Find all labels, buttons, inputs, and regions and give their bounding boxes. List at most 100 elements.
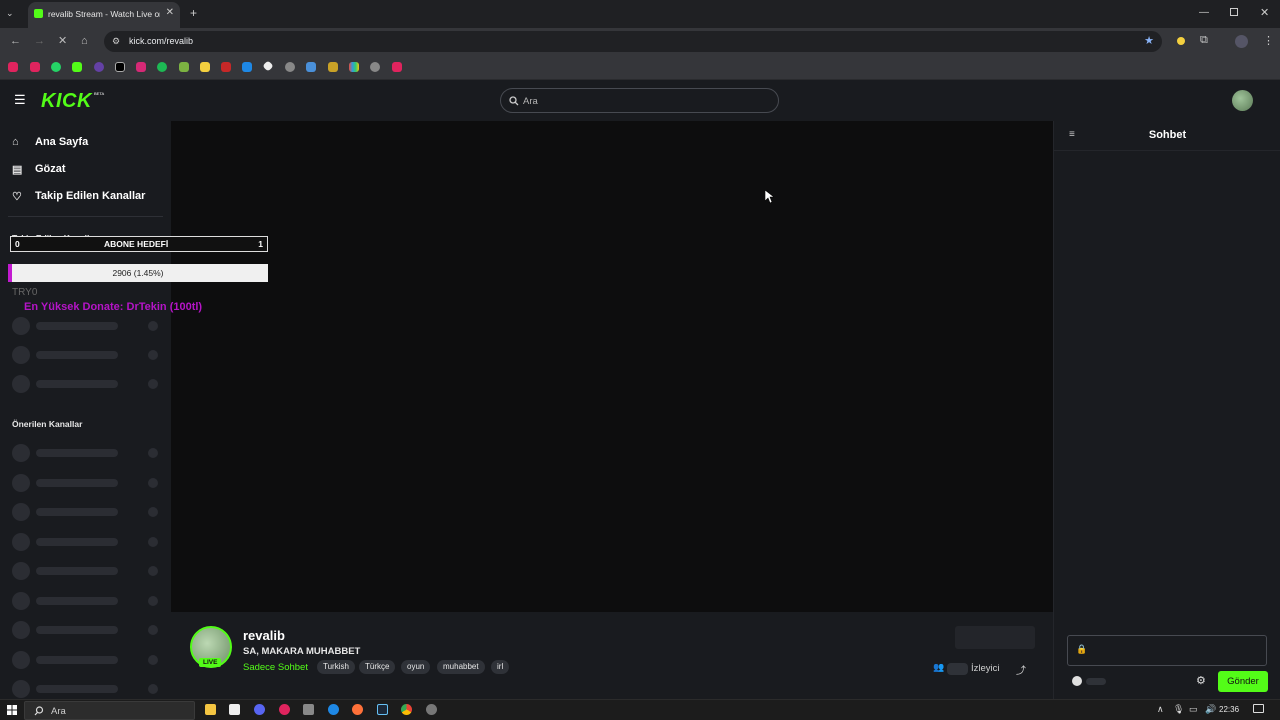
twitch-icon[interactable] bbox=[94, 62, 104, 72]
app-icon[interactable] bbox=[285, 62, 295, 72]
stream-tag[interactable]: Türkçe bbox=[359, 660, 396, 674]
nav-label: Ana Sayfa bbox=[35, 136, 89, 148]
chrome-icon[interactable] bbox=[401, 704, 412, 715]
home-button-icon[interactable]: ⌂ bbox=[81, 35, 88, 47]
follow-button[interactable] bbox=[955, 626, 1035, 649]
youtube-icon[interactable] bbox=[30, 62, 40, 72]
search-input[interactable]: Ara bbox=[500, 88, 779, 113]
site-info-icon[interactable]: ⚙ bbox=[112, 36, 120, 47]
app-icon[interactable] bbox=[179, 62, 189, 72]
restore-button[interactable] bbox=[1230, 8, 1238, 16]
app-icon[interactable] bbox=[370, 62, 380, 72]
youtube-icon[interactable] bbox=[8, 62, 18, 72]
stream-tag[interactable]: irl bbox=[491, 660, 510, 674]
progress-text: 2906 (1.45%) bbox=[112, 268, 164, 278]
viewers-label: İzleyici bbox=[971, 663, 1000, 674]
goal-end-value: 1 bbox=[258, 239, 263, 249]
close-tab-icon[interactable]: ✕ bbox=[166, 7, 174, 18]
firefox-icon[interactable] bbox=[352, 704, 363, 715]
recommended-channels-title: Önerilen Kanallar bbox=[12, 419, 83, 429]
channel-placeholder bbox=[12, 375, 159, 393]
youtube-icon[interactable] bbox=[392, 62, 402, 72]
calendar-icon[interactable] bbox=[229, 704, 240, 715]
hamburger-menu-icon[interactable]: ☰ bbox=[14, 93, 26, 106]
home-icon: ⌂ bbox=[12, 136, 19, 148]
whatsapp-icon[interactable] bbox=[51, 62, 61, 72]
chat-input[interactable]: 🔒 bbox=[1067, 635, 1267, 666]
nav-label: Gözat bbox=[35, 163, 66, 175]
channel-name[interactable]: revalib bbox=[243, 628, 285, 643]
discord-icon[interactable] bbox=[254, 704, 265, 715]
volume-icon[interactable]: 🔊 bbox=[1205, 704, 1216, 715]
chat-tool-placeholder bbox=[1086, 678, 1106, 685]
channel-info: LIVE revalib SA, MAKARA MUHABBET Sadece … bbox=[171, 612, 1053, 699]
site-header: ☰ KICK BETA Ara bbox=[0, 80, 1280, 121]
close-window-button[interactable]: ✕ bbox=[1260, 6, 1269, 19]
app-icon[interactable] bbox=[303, 704, 314, 715]
app-icon[interactable] bbox=[328, 62, 338, 72]
bookmark-star-icon[interactable]: ★ bbox=[1144, 34, 1154, 47]
forward-icon[interactable]: → bbox=[34, 35, 45, 47]
app-icon[interactable] bbox=[349, 62, 359, 72]
browser-tab[interactable]: revalib Stream - Watch Live on Kick ✕ bbox=[28, 2, 180, 28]
settings-gear-icon[interactable]: ⚙ bbox=[1196, 674, 1206, 687]
instagram-icon[interactable] bbox=[136, 62, 146, 72]
search-placeholder: Ara bbox=[523, 96, 538, 107]
channel-placeholder bbox=[12, 346, 159, 364]
app-icon[interactable] bbox=[328, 704, 339, 715]
app-icon[interactable] bbox=[200, 62, 210, 72]
browser-tab-bar: ⌄ revalib Stream - Watch Live on Kick ✕ … bbox=[0, 0, 1280, 28]
app-icon[interactable] bbox=[242, 62, 252, 72]
channel-placeholder bbox=[12, 533, 159, 551]
lock-icon: 🔒 bbox=[1076, 644, 1088, 654]
kick-icon[interactable] bbox=[72, 62, 82, 72]
new-tab-button[interactable]: + bbox=[190, 6, 197, 20]
taskbar-clock[interactable]: 22:36 bbox=[1219, 705, 1239, 714]
stream-title: SA, MAKARA MUHABBET bbox=[243, 646, 361, 657]
minimize-button[interactable]: — bbox=[1199, 7, 1209, 18]
channel-placeholder bbox=[12, 592, 159, 610]
goal-start-value: 0 bbox=[15, 239, 20, 249]
steam-icon[interactable] bbox=[377, 704, 388, 715]
stream-tag[interactable]: oyun bbox=[401, 660, 431, 674]
extension-icon[interactable] bbox=[1177, 37, 1185, 45]
viewers-icon: 👥 bbox=[933, 662, 945, 672]
stream-tag[interactable]: muhabbet bbox=[437, 660, 485, 674]
microphone-icon[interactable]: 🎙 bbox=[1173, 704, 1184, 715]
nav-label: Takip Edilen Kanallar bbox=[35, 190, 146, 202]
app-icon[interactable] bbox=[306, 62, 316, 72]
send-button[interactable]: Gönder bbox=[1218, 671, 1268, 692]
video-player[interactable] bbox=[171, 121, 1053, 612]
channel-placeholder bbox=[12, 651, 159, 669]
stream-tag[interactable]: Turkish bbox=[317, 660, 355, 674]
kick-logo[interactable]: KICK bbox=[41, 90, 92, 113]
app-icon[interactable] bbox=[221, 62, 231, 72]
app-icon[interactable] bbox=[279, 704, 290, 715]
taskbar-search[interactable]: Ara bbox=[24, 701, 195, 720]
extensions-puzzle-icon[interactable]: ⧉ bbox=[1200, 34, 1208, 47]
notifications-icon[interactable] bbox=[1253, 704, 1264, 713]
browser-menu-icon[interactable]: ⋮ bbox=[1263, 34, 1274, 47]
tray-chevron-icon[interactable]: ∧ bbox=[1157, 704, 1164, 715]
heart-icon: ♡ bbox=[12, 191, 22, 203]
address-bar[interactable]: ⚙ kick.com/revalib ★ bbox=[104, 31, 1162, 52]
back-icon[interactable]: ← bbox=[10, 35, 21, 47]
windows-start-icon[interactable] bbox=[7, 705, 17, 715]
user-avatar[interactable] bbox=[1232, 90, 1253, 111]
goal-title: ABONE HEDEFİ bbox=[104, 239, 169, 249]
file-explorer-icon[interactable] bbox=[205, 704, 216, 715]
network-icon[interactable]: ▭ bbox=[1189, 704, 1198, 715]
search-icon bbox=[34, 706, 44, 716]
app-icon[interactable] bbox=[426, 704, 437, 715]
subscription-goal-box: 0 ABONE HEDEFİ 1 bbox=[10, 236, 268, 252]
share-icon[interactable]: ⤴ bbox=[1016, 662, 1026, 677]
emote-icon[interactable] bbox=[1072, 676, 1082, 686]
profile-icon[interactable] bbox=[1235, 35, 1248, 48]
tab-list-button[interactable]: ⌄ bbox=[6, 8, 14, 19]
app-icon[interactable] bbox=[157, 62, 167, 72]
stop-loading-icon[interactable]: ✕ bbox=[58, 35, 67, 47]
channel-placeholder bbox=[12, 680, 159, 698]
x-icon[interactable] bbox=[115, 62, 125, 72]
stream-category[interactable]: Sadece Sohbet bbox=[243, 662, 308, 673]
app-icon[interactable] bbox=[262, 60, 274, 72]
